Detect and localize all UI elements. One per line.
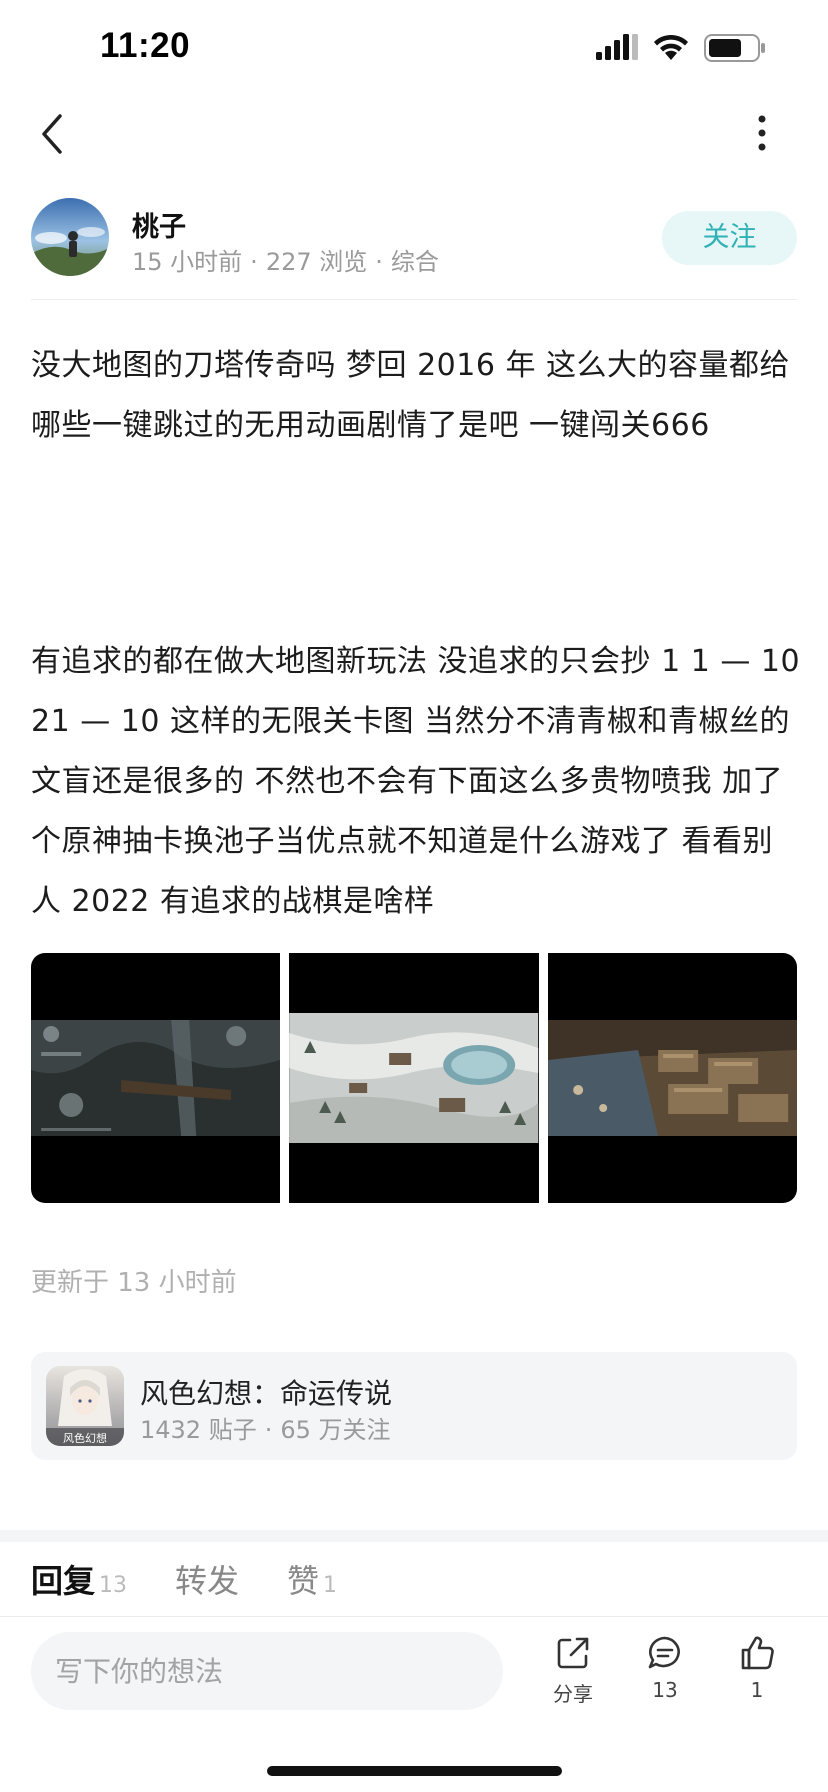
more-options-icon[interactable] (740, 108, 784, 158)
post-image-gallery (31, 953, 797, 1203)
comment-icon (648, 1636, 680, 1669)
game-post-count: 1432 贴子 (140, 1416, 257, 1444)
game-stats: 1432 贴子 · 65 万关注 (140, 1416, 391, 1444)
author-name[interactable]: 桃子 (132, 205, 186, 244)
game-screenshot-town (547, 1020, 797, 1136)
divider (0, 1616, 828, 1617)
updated-time: 更新于 13 小时前 (31, 1268, 237, 1298)
post-paragraph-2: 有追求的都在做大地图新玩法 没追求的只会抄 1 1 — 10 21 — 10 这… (31, 644, 801, 919)
view-count: 227 浏览 (265, 248, 368, 276)
tab-replies[interactable]: 回复 13 (31, 1556, 127, 1602)
post-paragraph-1: 没大地图的刀塔传奇吗 梦回 2016 年 这么大的容量都给哪些一键跳过的无用动画… (31, 348, 790, 443)
post-meta: 15 小时前 · 227 浏览 · 综合 (132, 248, 439, 276)
section-separator (0, 1530, 828, 1542)
game-follower-count: 65 万关注 (280, 1416, 391, 1444)
tab-label: 回复 (31, 1562, 96, 1600)
tab-count: 13 (99, 1573, 128, 1598)
share-button[interactable]: 分享 (538, 1634, 608, 1707)
avatar[interactable] (31, 198, 109, 276)
comment-count: 13 (652, 1678, 678, 1702)
game-name: 风色幻想：命运传说 (140, 1377, 393, 1410)
tab-reposts[interactable]: 转发 (175, 1556, 239, 1602)
tab-label: 赞 (287, 1562, 320, 1600)
share-label: 分享 (553, 1682, 593, 1706)
follow-button[interactable]: 关注 (662, 211, 797, 265)
share-icon (557, 1637, 589, 1669)
divider (31, 299, 797, 300)
svg-text:风色幻想: 风色幻想 (63, 1431, 107, 1445)
wifi-icon (654, 34, 688, 60)
home-indicator[interactable] (267, 1766, 562, 1776)
post-image-2[interactable] (289, 953, 539, 1203)
post-time: 15 小时前 (132, 248, 243, 276)
comment-tabs: 回复 13 转发 赞1 (31, 1556, 385, 1616)
tab-count: 1 (323, 1573, 338, 1598)
tab-label: 转发 (175, 1562, 240, 1600)
post-image-1[interactable] (31, 953, 281, 1203)
like-count: 1 (750, 1678, 764, 1702)
status-bar: 11:20 (0, 0, 828, 100)
game-screenshot-cave (31, 1020, 281, 1136)
post-category[interactable]: 综合 (391, 248, 439, 276)
comment-input[interactable] (31, 1632, 503, 1710)
game-icon: 风色幻想 (46, 1366, 124, 1446)
thumbs-up-icon (741, 1636, 774, 1670)
status-time: 11:20 (100, 26, 191, 65)
game-screenshot-snow-map (289, 1013, 539, 1143)
post-image-3[interactable] (547, 953, 797, 1203)
like-button[interactable]: 1 (722, 1634, 792, 1702)
back-button[interactable] (30, 106, 74, 162)
tab-likes[interactable]: 赞1 (287, 1556, 337, 1602)
game-card[interactable]: 风色幻想 风色幻想：命运传说 1432 贴子 · 65 万关注 (31, 1352, 797, 1460)
comment-button[interactable]: 13 (630, 1634, 700, 1702)
signal-icon (596, 34, 638, 60)
battery-icon (704, 34, 765, 62)
